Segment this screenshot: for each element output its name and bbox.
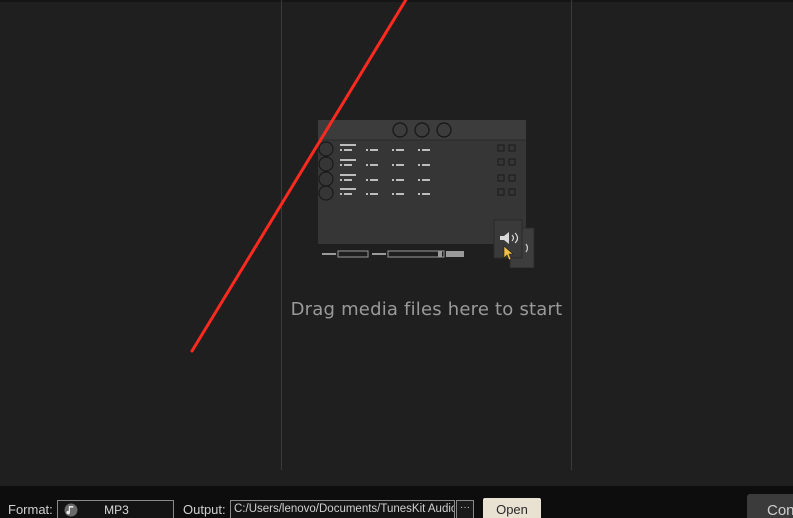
column-divider — [571, 0, 572, 470]
open-button[interactable]: Open — [483, 498, 541, 518]
output-path-value: C:/Users/lenovo/Documents/TunesKit Audio… — [234, 503, 455, 515]
format-label: Format: — [8, 502, 53, 517]
column-divider — [281, 0, 282, 470]
bottom-toolbar: Format: MP3 Output: C:/Users/lenovo/Docu… — [0, 486, 793, 518]
output-label: Output: — [183, 502, 226, 517]
top-border — [0, 0, 793, 2]
convert-button[interactable]: Con — [747, 494, 793, 518]
output-path-field[interactable]: C:/Users/lenovo/Documents/TunesKit Audio… — [230, 500, 455, 518]
browse-button[interactable]: ··· — [456, 500, 474, 518]
app-window: Drag media files here to start Format: M… — [0, 0, 793, 518]
drop-zone-illustration — [318, 120, 535, 268]
format-select[interactable]: MP3 — [57, 500, 174, 518]
format-value: MP3 — [104, 503, 129, 517]
drop-hint-text: Drag media files here to start — [290, 299, 563, 320]
